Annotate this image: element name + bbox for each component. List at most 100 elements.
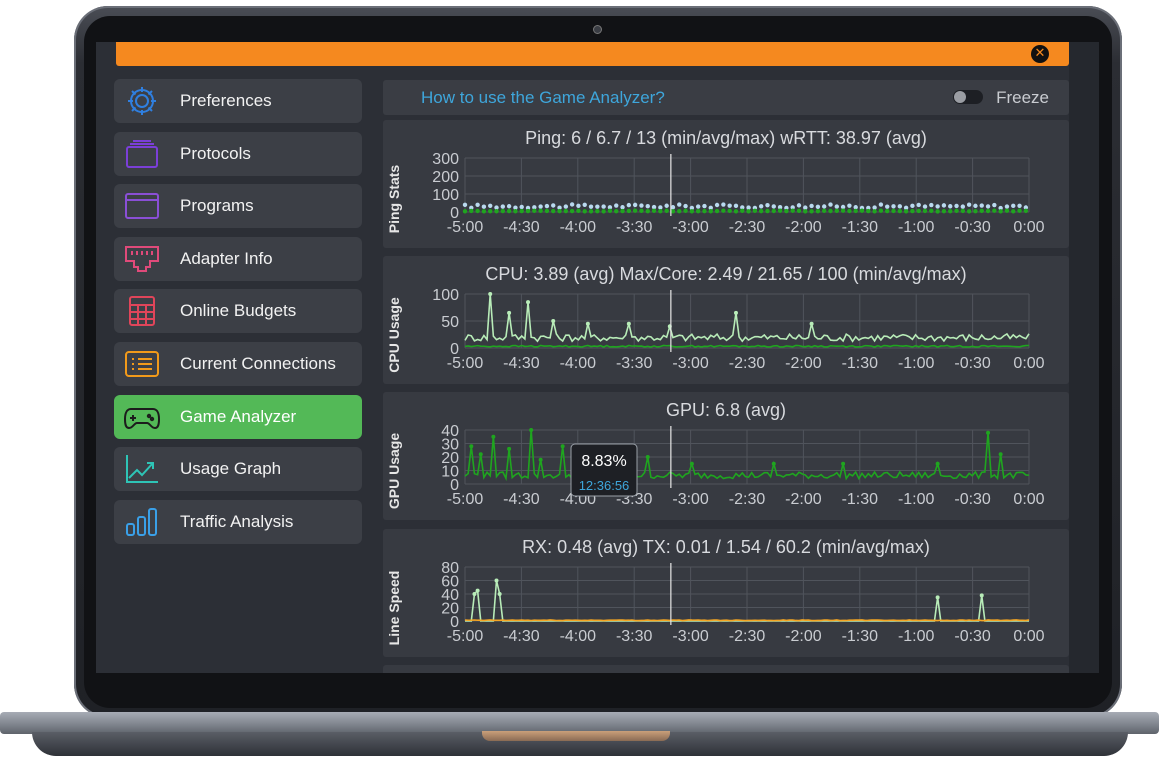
y-tick-label: 0 (450, 341, 459, 358)
x-tick-label: -2:00 (785, 628, 822, 645)
data-point (708, 209, 713, 214)
data-point (582, 202, 587, 207)
data-point (960, 204, 966, 209)
y-tick-label: 100 (432, 287, 459, 304)
data-point (809, 209, 814, 214)
data-point (595, 204, 600, 209)
close-icon[interactable]: ✕ (1031, 45, 1049, 63)
data-point (821, 208, 827, 214)
data-point (872, 205, 877, 210)
data-point (557, 208, 562, 214)
data-point (1017, 208, 1022, 213)
data-point (954, 208, 959, 214)
x-tick-label: -4:30 (503, 219, 540, 236)
sidebar-item-usage-graph[interactable]: Usage Graph (114, 447, 362, 492)
data-point (796, 203, 802, 208)
data-point (941, 208, 947, 214)
data-point (1011, 203, 1016, 209)
sidebar-item-preferences[interactable]: Preferences (114, 79, 362, 123)
data-point (695, 204, 701, 209)
y-axis-label: GPU Usage (386, 433, 402, 509)
calculator-icon (122, 294, 162, 328)
data-point (752, 208, 758, 214)
data-point (916, 208, 921, 214)
data-point (658, 205, 663, 210)
data-point (569, 202, 575, 207)
data-point (986, 430, 991, 435)
data-point (472, 592, 477, 596)
data-point (935, 461, 940, 466)
y-tick-label: 300 (432, 151, 459, 168)
data-point (469, 444, 474, 449)
sidebar-item-protocols[interactable]: Protocols (114, 131, 362, 176)
x-tick-label: -1:00 (898, 628, 935, 645)
x-tick-label: -1:30 (842, 628, 879, 645)
data-point (910, 208, 915, 214)
data-point (462, 209, 468, 214)
data-point (525, 208, 531, 214)
data-point (475, 208, 480, 214)
data-point (1017, 203, 1022, 208)
tooltip-value: 8.83% (581, 453, 626, 470)
data-point (469, 208, 474, 214)
window-icon (122, 189, 162, 223)
data-point (777, 208, 783, 213)
data-point (1023, 208, 1029, 214)
data-point (922, 204, 928, 209)
data-point (985, 208, 991, 214)
sidebar-item-adapter-info[interactable]: Adapter Info (114, 236, 362, 281)
data-point (815, 208, 821, 214)
data-point (828, 202, 833, 207)
data-point (1004, 208, 1010, 213)
sidebar-item-label: Preferences (180, 91, 272, 110)
x-tick-label: 0:00 (1013, 355, 1044, 372)
data-point (632, 208, 638, 213)
data-point (677, 202, 682, 207)
gpu-chart-panel: GPU: 6.8 (avg) GPU Usage -5:00 -4:30 -4:00 -3… (383, 392, 1069, 520)
gpu-chart: GPU: 6.8 (avg)GPU Usage -5:00 -4:30 -4:00 -3… (386, 400, 1045, 509)
trend-icon (122, 452, 162, 486)
y-tick-label: 0 (450, 477, 459, 494)
data-point (998, 452, 1003, 457)
data-point (935, 595, 940, 600)
data-point (992, 202, 997, 208)
data-point (620, 208, 625, 214)
chart-title: CPU: 3.89 (avg) Max/Core: 2.49 / 21.65 /… (485, 264, 966, 284)
data-point (585, 321, 590, 326)
x-tick-label: -4:30 (503, 628, 540, 645)
sidebar-item-current-connections[interactable]: Current Connections (114, 341, 362, 386)
data-point (973, 208, 978, 214)
data-point (488, 209, 493, 214)
data-point (639, 208, 644, 214)
data-point (985, 204, 991, 209)
sidebar-item-label: Adapter Info (180, 248, 273, 268)
x-tick-label: -3:30 (616, 355, 653, 372)
data-point (551, 203, 556, 208)
sidebar-item-game-analyzer[interactable]: Game Analyzer (114, 394, 362, 439)
sidebar-item-online-budgets[interactable]: Online Budgets (114, 289, 362, 334)
data-point (601, 204, 606, 209)
webcam (593, 25, 602, 34)
sidebar-item-label: Protocols (180, 143, 251, 163)
x-tick-label: -2:30 (729, 355, 766, 372)
data-point (544, 208, 550, 214)
x-tick-label: 0:00 (1013, 491, 1044, 508)
freeze-toggle[interactable] (953, 90, 983, 104)
x-tick-label: -0:30 (954, 491, 991, 508)
x-tick-label: -3:00 (672, 628, 709, 645)
list-icon (122, 347, 162, 381)
data-point (714, 208, 720, 214)
data-point (569, 208, 575, 214)
x-tick-label: -4:30 (503, 355, 540, 372)
sidebar-item-programs[interactable]: Programs (114, 184, 362, 229)
sidebar-item-traffic-analysis[interactable]: Traffic Analysis (114, 499, 362, 544)
data-point (979, 203, 984, 208)
data-point (475, 202, 480, 207)
sidebar-item-label: Online Budgets (180, 301, 297, 321)
data-point (1011, 209, 1016, 214)
help-link[interactable]: How to use the Game Analyzer? (421, 88, 665, 108)
data-point (683, 208, 688, 214)
x-tick-label: -3:30 (616, 219, 653, 236)
data-point (771, 204, 776, 209)
data-point (721, 202, 726, 207)
